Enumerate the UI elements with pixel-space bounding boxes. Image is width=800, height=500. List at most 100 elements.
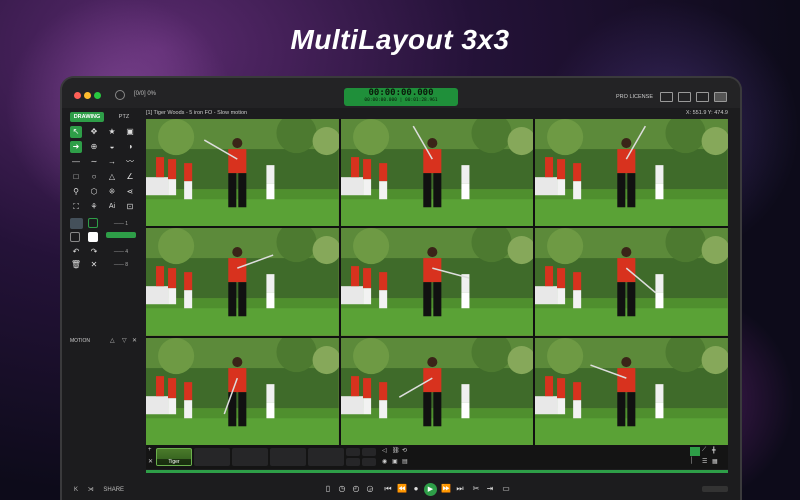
stroke-width-list-3[interactable]: —— 8: [106, 259, 136, 271]
record-icon[interactable]: [115, 90, 125, 100]
circle-tool-icon[interactable]: ○: [88, 171, 100, 183]
add-clip-icon[interactable]: +: [148, 447, 152, 453]
clear-icon[interactable]: ✕: [88, 259, 100, 271]
contrast-tool-icon[interactable]: ◑: [124, 141, 136, 153]
motion-up-icon[interactable]: △: [110, 337, 115, 344]
skip-start-icon[interactable]: ⏮: [382, 483, 394, 495]
empty-clip-slot[interactable]: [346, 448, 360, 456]
video-frame[interactable]: [535, 119, 728, 227]
stopwatch-icon[interactable]: ◴: [350, 483, 362, 495]
layout-grid-icon[interactable]: [714, 92, 727, 102]
empty-clip-slot[interactable]: [270, 448, 306, 466]
play-button[interactable]: ▶: [424, 483, 437, 496]
text-tool-icon[interactable]: Ai: [106, 201, 118, 213]
layout-single-icon[interactable]: [660, 92, 673, 102]
fast-forward-icon[interactable]: ⏩: [440, 483, 452, 495]
diagonal-icon[interactable]: ⟋: [702, 447, 706, 454]
scissors-icon[interactable]: ✂: [470, 483, 482, 495]
empty-clip-slot[interactable]: [362, 458, 376, 466]
timer-icon[interactable]: ◷: [336, 483, 348, 495]
zoom-box-tool-icon[interactable]: ▣: [124, 126, 136, 138]
video-frame[interactable]: [535, 228, 728, 336]
minimize-window-button[interactable]: [84, 92, 91, 99]
record-dot-icon[interactable]: ●: [410, 483, 422, 495]
line-tool-icon[interactable]: —: [70, 156, 82, 168]
stroke-width-selected[interactable]: [106, 232, 136, 238]
stroke-width-list-2[interactable]: —— 4: [106, 246, 136, 258]
rectangle-tool-icon[interactable]: □: [70, 171, 82, 183]
clip-thumbnail[interactable]: Tiger: [156, 448, 192, 466]
pointer-tool-icon[interactable]: ↖: [70, 126, 82, 138]
fill-white-icon[interactable]: [88, 232, 98, 242]
empty-clip-slot[interactable]: [346, 458, 360, 466]
share-label[interactable]: SHARE: [103, 487, 124, 493]
skeleton-tool-icon[interactable]: ⚘: [88, 201, 100, 213]
grid-lines-icon[interactable]: ▦: [712, 458, 718, 465]
fill-none-icon[interactable]: [70, 232, 80, 242]
target-tool-icon[interactable]: ⊕: [88, 141, 100, 153]
close-window-button[interactable]: [74, 92, 81, 99]
layout-green-icon[interactable]: [690, 447, 700, 456]
layout-quad-icon[interactable]: [696, 92, 709, 102]
link-icon[interactable]: ⛓: [392, 447, 400, 454]
clip-icon[interactable]: ▯: [322, 483, 334, 495]
previous-icon[interactable]: K: [74, 487, 78, 493]
tab-ptz[interactable]: PTZ: [114, 112, 134, 122]
redo-icon[interactable]: ↷: [88, 246, 100, 258]
video-frame[interactable]: [146, 228, 339, 336]
motion-clear-icon[interactable]: ✕: [132, 337, 137, 344]
timeline-scrubber[interactable]: [146, 470, 728, 473]
undo-icon[interactable]: ↶: [70, 246, 82, 258]
zoom-window-button[interactable]: [94, 92, 101, 99]
collapse-icon[interactable]: ◁: [382, 447, 387, 454]
trash-icon[interactable]: 🗑: [70, 259, 82, 271]
empty-clip-slot[interactable]: [194, 448, 230, 466]
export-arrow-icon[interactable]: ⇥: [484, 483, 496, 495]
vertical-line-icon[interactable]: │: [690, 458, 694, 464]
empty-clip-slot[interactable]: [232, 448, 268, 466]
next-icon[interactable]: ⋊: [88, 487, 94, 493]
rewind-icon[interactable]: ⏪: [396, 483, 408, 495]
magnifier-tool-icon[interactable]: ⚲: [70, 186, 82, 198]
star-tool-icon[interactable]: ★: [106, 126, 118, 138]
stroke-width-list[interactable]: —— 1: [106, 218, 136, 230]
skip-end-icon[interactable]: ⏭: [454, 483, 466, 495]
tab-drawing[interactable]: DRAWING: [70, 112, 104, 122]
curve-tool-icon[interactable]: ∼: [88, 156, 100, 168]
color-swatch-outline[interactable]: [88, 218, 98, 228]
screen-icon[interactable]: ▭: [500, 483, 512, 495]
freehand-tool-icon[interactable]: 〰: [124, 156, 136, 168]
motion-down-icon[interactable]: ▽: [122, 337, 127, 344]
eye-icon[interactable]: ◉: [382, 458, 387, 465]
angle-tool-icon[interactable]: ∠: [124, 171, 136, 183]
arrow-line-tool-icon[interactable]: →: [106, 156, 118, 168]
video-frame[interactable]: [340, 337, 534, 445]
overlay-icon[interactable]: ▣: [392, 458, 398, 465]
horizontal-lines-icon[interactable]: ☰: [702, 458, 707, 465]
grid-tool-icon[interactable]: ⁜: [106, 186, 118, 198]
arrow-draw-tool-icon[interactable]: ➜: [70, 141, 82, 153]
cross-icon[interactable]: ╋: [712, 447, 716, 454]
spotlight-tool-icon[interactable]: ⬡: [88, 186, 100, 198]
video-frame[interactable]: [146, 337, 339, 445]
image-icon[interactable]: ▤: [402, 458, 408, 465]
empty-clip-slot[interactable]: [308, 448, 344, 466]
video-frame[interactable]: [340, 228, 534, 336]
crop-tool-icon[interactable]: ⛶: [70, 201, 82, 213]
remove-clip-icon[interactable]: ✕: [148, 458, 153, 465]
volume-slider[interactable]: [702, 486, 728, 492]
sync-icon[interactable]: ⟲: [402, 447, 407, 454]
move-tool-icon[interactable]: ✥: [88, 126, 100, 138]
mask-tool-icon[interactable]: ◒: [106, 141, 118, 153]
countdown-icon[interactable]: ◶: [364, 483, 376, 495]
focus-tool-icon[interactable]: ⊡: [124, 201, 136, 213]
video-frame[interactable]: [340, 119, 534, 227]
color-swatch-gray[interactable]: [70, 218, 83, 229]
layout-split-icon[interactable]: [678, 92, 691, 102]
share-tool-icon[interactable]: ⋖: [124, 186, 136, 198]
frame-counter: [0/0] 0%: [134, 91, 157, 97]
empty-clip-slot[interactable]: [362, 448, 376, 456]
video-frame[interactable]: [146, 119, 339, 227]
triangle-tool-icon[interactable]: △: [106, 171, 118, 183]
video-frame[interactable]: [535, 337, 728, 445]
